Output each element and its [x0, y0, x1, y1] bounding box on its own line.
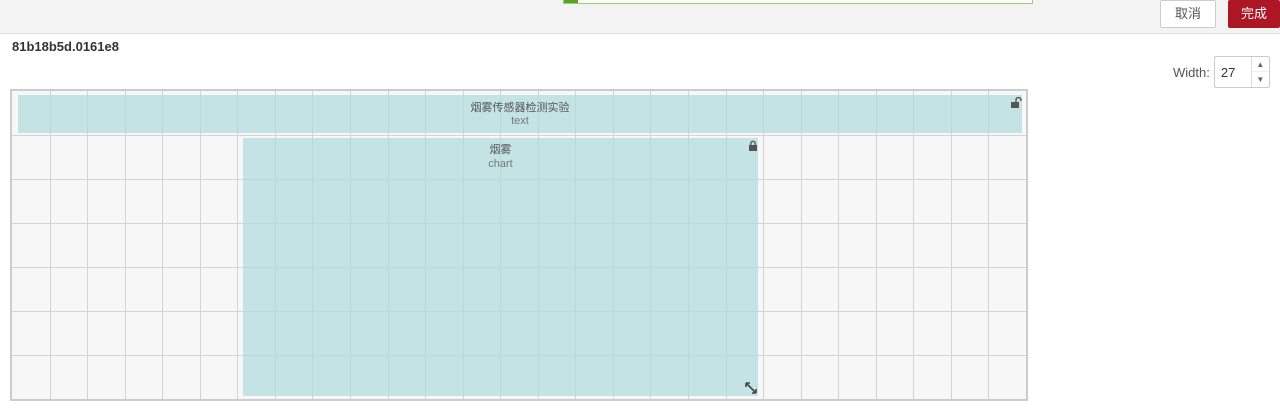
resize-handle-icon[interactable]: [745, 382, 757, 394]
done-button[interactable]: 完成: [1228, 0, 1280, 28]
lock-icon[interactable]: [747, 140, 759, 152]
width-input[interactable]: [1214, 57, 1251, 87]
chart-widget-type: chart: [488, 158, 513, 170]
chevron-down-icon[interactable]: ▼: [1252, 72, 1269, 87]
unlock-icon[interactable]: [1010, 97, 1022, 109]
node-id-label: 81b18b5d.0161e8: [12, 39, 119, 54]
chart-widget-title: 烟雾: [489, 144, 512, 156]
width-control: Width: ▲ ▼: [1173, 56, 1270, 88]
width-spinner[interactable]: ▲ ▼: [1213, 56, 1270, 88]
chart-widget[interactable]: 烟雾 chart: [243, 138, 758, 396]
chevron-up-icon[interactable]: ▲: [1251, 57, 1269, 72]
editor-toolbar: 取消 完成: [0, 0, 1280, 34]
progress-bar: [563, 0, 1033, 4]
cancel-button[interactable]: 取消: [1160, 0, 1216, 28]
text-widget-type: text: [511, 115, 529, 127]
progress-fill: [564, 0, 579, 3]
layout-grid[interactable]: 烟雾传感器检测实验 text 烟雾 chart: [10, 89, 1028, 401]
text-widget-title: 烟雾传感器检测实验: [470, 102, 570, 114]
width-label: Width:: [1173, 64, 1210, 80]
text-widget[interactable]: 烟雾传感器检测实验 text: [18, 95, 1022, 133]
